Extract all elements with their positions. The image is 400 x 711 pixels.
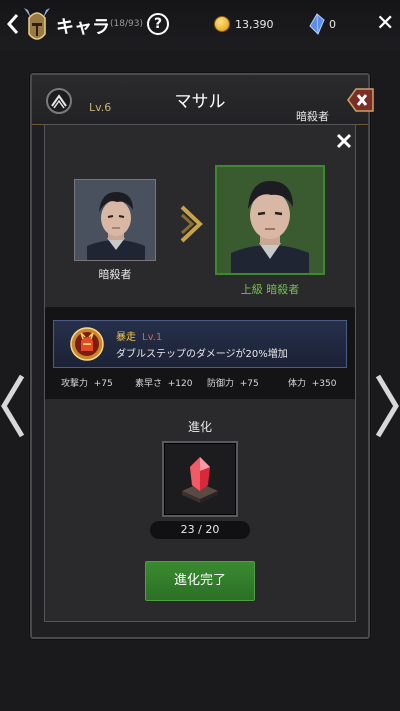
evolved-class-label: 上級 暗殺者 — [240, 283, 300, 296]
back-button[interactable] — [6, 12, 22, 36]
chevron-left-icon — [6, 14, 19, 34]
previous-character-button[interactable] — [0, 372, 26, 440]
gold-amount: 13,390 — [235, 18, 274, 31]
stat-attack: 攻撃力 +75 — [61, 379, 113, 389]
chevron-left-icon — [1, 374, 25, 438]
character-header: Lv.6 マサル 暗殺者 — [32, 75, 374, 125]
berserk-skill-icon — [70, 327, 104, 361]
helmet-emblem-icon — [22, 4, 52, 46]
evolution-dialog: 暗殺者 上級 暗殺者 暴走 Lv.1 ダブルステップのダメージが20%増加 攻撃力… — [44, 124, 356, 622]
chevron-right-icon — [375, 374, 399, 438]
evolution-section-label: 進化 — [187, 420, 212, 434]
current-portrait — [74, 179, 156, 261]
skill-name: 暴走 Lv.1 — [116, 332, 163, 343]
next-character-button[interactable] — [374, 372, 400, 440]
close-icon — [336, 133, 352, 149]
character-class: 暗殺者 — [296, 110, 329, 123]
material-count: 23 / 20 — [150, 521, 250, 539]
skill-section: 暴走 Lv.1 ダブルステップのダメージが20%増加 攻撃力 +75 素早さ +1… — [45, 307, 355, 399]
gold-coin-icon — [214, 16, 230, 32]
stat-speed: 素早さ +120 — [135, 379, 193, 389]
evolve-arrow-icon — [178, 203, 206, 245]
dialog-close-button[interactable] — [336, 132, 352, 152]
top-bar: キャラ (18/93) ? 13,390 0 ✕ — [0, 0, 400, 50]
screen-title: キャラ — [56, 17, 110, 38]
skill-description: ダブルステップのダメージが20%増加 — [116, 349, 288, 360]
evolution-material-slot[interactable] — [162, 441, 238, 517]
stat-defense: 防御力 +75 — [207, 379, 259, 389]
stat-hp: 体力 +350 — [288, 379, 337, 389]
current-class-label: 暗殺者 — [98, 268, 132, 281]
crystal-amount: 0 — [329, 18, 336, 31]
close-icon — [347, 88, 374, 112]
red-crystal-icon — [182, 457, 218, 503]
crystal-icon — [309, 13, 325, 35]
skill-card: 暴走 Lv.1 ダブルステップのダメージが20%増加 — [53, 320, 347, 368]
evolution-complete-button[interactable]: 進化完了 — [145, 561, 255, 601]
help-button[interactable]: ? — [147, 13, 169, 35]
skill-level: Lv.1 — [142, 332, 163, 343]
character-count: (18/93) — [110, 19, 143, 29]
evolved-portrait — [215, 165, 325, 275]
panel-close-button[interactable] — [344, 85, 374, 115]
close-screen-button[interactable]: ✕ — [376, 12, 394, 36]
